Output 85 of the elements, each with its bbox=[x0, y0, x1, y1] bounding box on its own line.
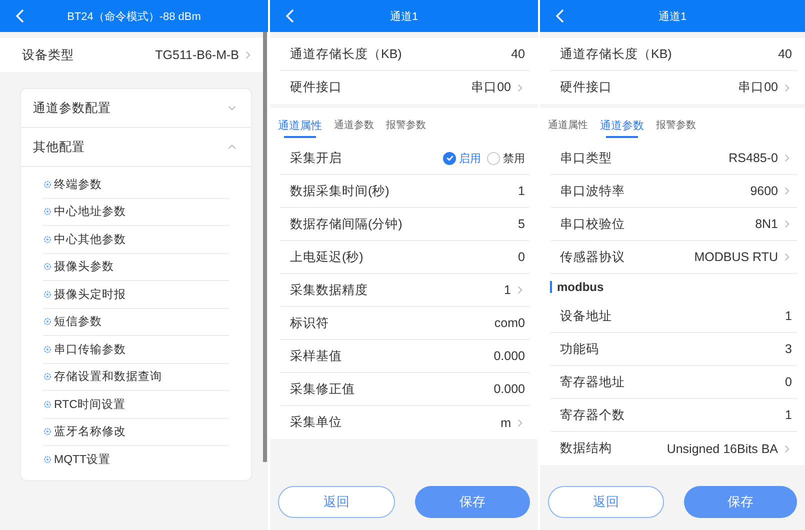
menu-item[interactable]: 短信参数 bbox=[54, 314, 102, 330]
tab[interactable]: 报警参数 bbox=[656, 108, 696, 142]
gear-icon bbox=[43, 290, 52, 299]
field-value: 1 bbox=[504, 283, 511, 297]
tab[interactable]: 报警参数 bbox=[386, 108, 426, 142]
field-label: 硬件接口 bbox=[560, 79, 613, 96]
screen-title: 通道1 bbox=[390, 10, 418, 22]
gear-icon bbox=[43, 262, 52, 272]
section-title[interactable]: 通道参数配置 bbox=[33, 100, 227, 116]
gear-icon bbox=[43, 180, 52, 189]
field-value: 5 bbox=[518, 217, 525, 231]
field-label: 设备地址 bbox=[560, 308, 613, 324]
menu-item[interactable]: 终端参数 bbox=[54, 176, 102, 192]
field-label: 采集单位 bbox=[290, 414, 343, 431]
gear-icon bbox=[43, 455, 52, 464]
field-value: 0.000 bbox=[494, 382, 525, 396]
gear-icon bbox=[43, 207, 52, 216]
field-label: 数据结构 bbox=[560, 440, 613, 457]
section-title[interactable]: 其他配置 bbox=[33, 138, 227, 156]
field-label: 数据采集时间(秒) bbox=[290, 182, 390, 200]
menu-item[interactable]: 串口传输参数 bbox=[54, 342, 126, 357]
field-value: 8N1 bbox=[755, 217, 778, 231]
screen-title: 通道1 bbox=[658, 10, 687, 22]
field-value: m bbox=[500, 416, 511, 430]
field-value: 40 bbox=[778, 47, 792, 61]
menu-item[interactable]: RTC时间设置 bbox=[54, 396, 126, 412]
gear-icon bbox=[43, 234, 52, 244]
tab[interactable]: 通道属性 bbox=[278, 108, 322, 142]
menu-item[interactable]: 中心其他参数 bbox=[54, 232, 126, 247]
field-value: 9600 bbox=[750, 184, 778, 198]
accent-bar bbox=[550, 281, 552, 293]
field-value: 3 bbox=[785, 342, 792, 356]
field-value: RS485-0 bbox=[728, 151, 778, 165]
section-heading: modbus bbox=[557, 280, 604, 294]
field-value: MODBUS RTU bbox=[694, 250, 778, 264]
radio-option[interactable]: 禁用 bbox=[487, 150, 525, 166]
menu-item[interactable]: 摄像头参数 bbox=[54, 259, 114, 274]
radio-option[interactable]: 启用 bbox=[443, 150, 481, 166]
gear-icon bbox=[43, 427, 52, 436]
field-value: 0 bbox=[518, 250, 525, 264]
tab[interactable]: 通道参数 bbox=[600, 108, 644, 142]
field-label: 通道存储长度（KB) bbox=[290, 46, 403, 62]
field-value: TG511-B6-M-B bbox=[155, 48, 239, 62]
field-value: com0 bbox=[494, 316, 525, 330]
field-value: 1 bbox=[785, 309, 792, 323]
field-label: 采集数据精度 bbox=[290, 282, 369, 298]
field-value: 串口00 bbox=[738, 79, 778, 96]
field-label: 串口波特率 bbox=[560, 182, 626, 200]
field-value: Unsigned 16Bits BA bbox=[666, 442, 778, 456]
menu-item[interactable]: 摄像头定时报 bbox=[54, 286, 126, 302]
field-label: 硬件接口 bbox=[290, 79, 343, 96]
gear-icon bbox=[43, 372, 52, 382]
field-value: 串口00 bbox=[471, 79, 511, 96]
field-label: 通道存储长度（KB) bbox=[560, 46, 673, 62]
field-value: 0 bbox=[785, 375, 792, 389]
field-value: 0.000 bbox=[494, 349, 525, 363]
gear-icon bbox=[43, 400, 52, 409]
tab[interactable]: 通道参数 bbox=[334, 108, 374, 142]
field-label: 上电延迟(秒) bbox=[290, 248, 364, 266]
back-icon[interactable] bbox=[284, 8, 296, 24]
field-label: 标识符 bbox=[290, 314, 330, 332]
field-label: 数据存储间隔(分钟) bbox=[290, 216, 404, 232]
field-label: 寄存器地址 bbox=[560, 374, 626, 390]
menu-item[interactable]: MQTT设置 bbox=[54, 452, 111, 468]
field-label: 设备类型 bbox=[22, 46, 75, 64]
field-label: 采集修正值 bbox=[290, 380, 356, 398]
field-value: 1 bbox=[518, 184, 525, 198]
field-label: 功能码 bbox=[560, 340, 600, 358]
back-icon[interactable] bbox=[14, 8, 26, 24]
back-icon[interactable] bbox=[554, 8, 566, 24]
field-label: 寄存器个数 bbox=[560, 406, 626, 424]
screen-title: BT24（命令模式）-88 dBm bbox=[67, 10, 201, 22]
field-label: 串口校验位 bbox=[560, 216, 626, 232]
field-value: 40 bbox=[511, 47, 525, 61]
field-label: 传感器协议 bbox=[560, 248, 626, 266]
tab[interactable]: 通道属性 bbox=[548, 108, 588, 142]
menu-item[interactable]: 存储设置和数据查询 bbox=[54, 369, 162, 384]
field-label: 采集开启 bbox=[290, 150, 343, 166]
menu-item[interactable]: 中心地址参数 bbox=[54, 204, 126, 220]
field-label: 串口类型 bbox=[560, 150, 613, 166]
gear-icon bbox=[43, 344, 52, 354]
field-label: 采样基值 bbox=[290, 348, 343, 364]
menu-item[interactable]: 蓝牙名称修改 bbox=[54, 424, 126, 440]
gear-icon bbox=[43, 317, 52, 326]
field-value: 1 bbox=[785, 408, 792, 422]
